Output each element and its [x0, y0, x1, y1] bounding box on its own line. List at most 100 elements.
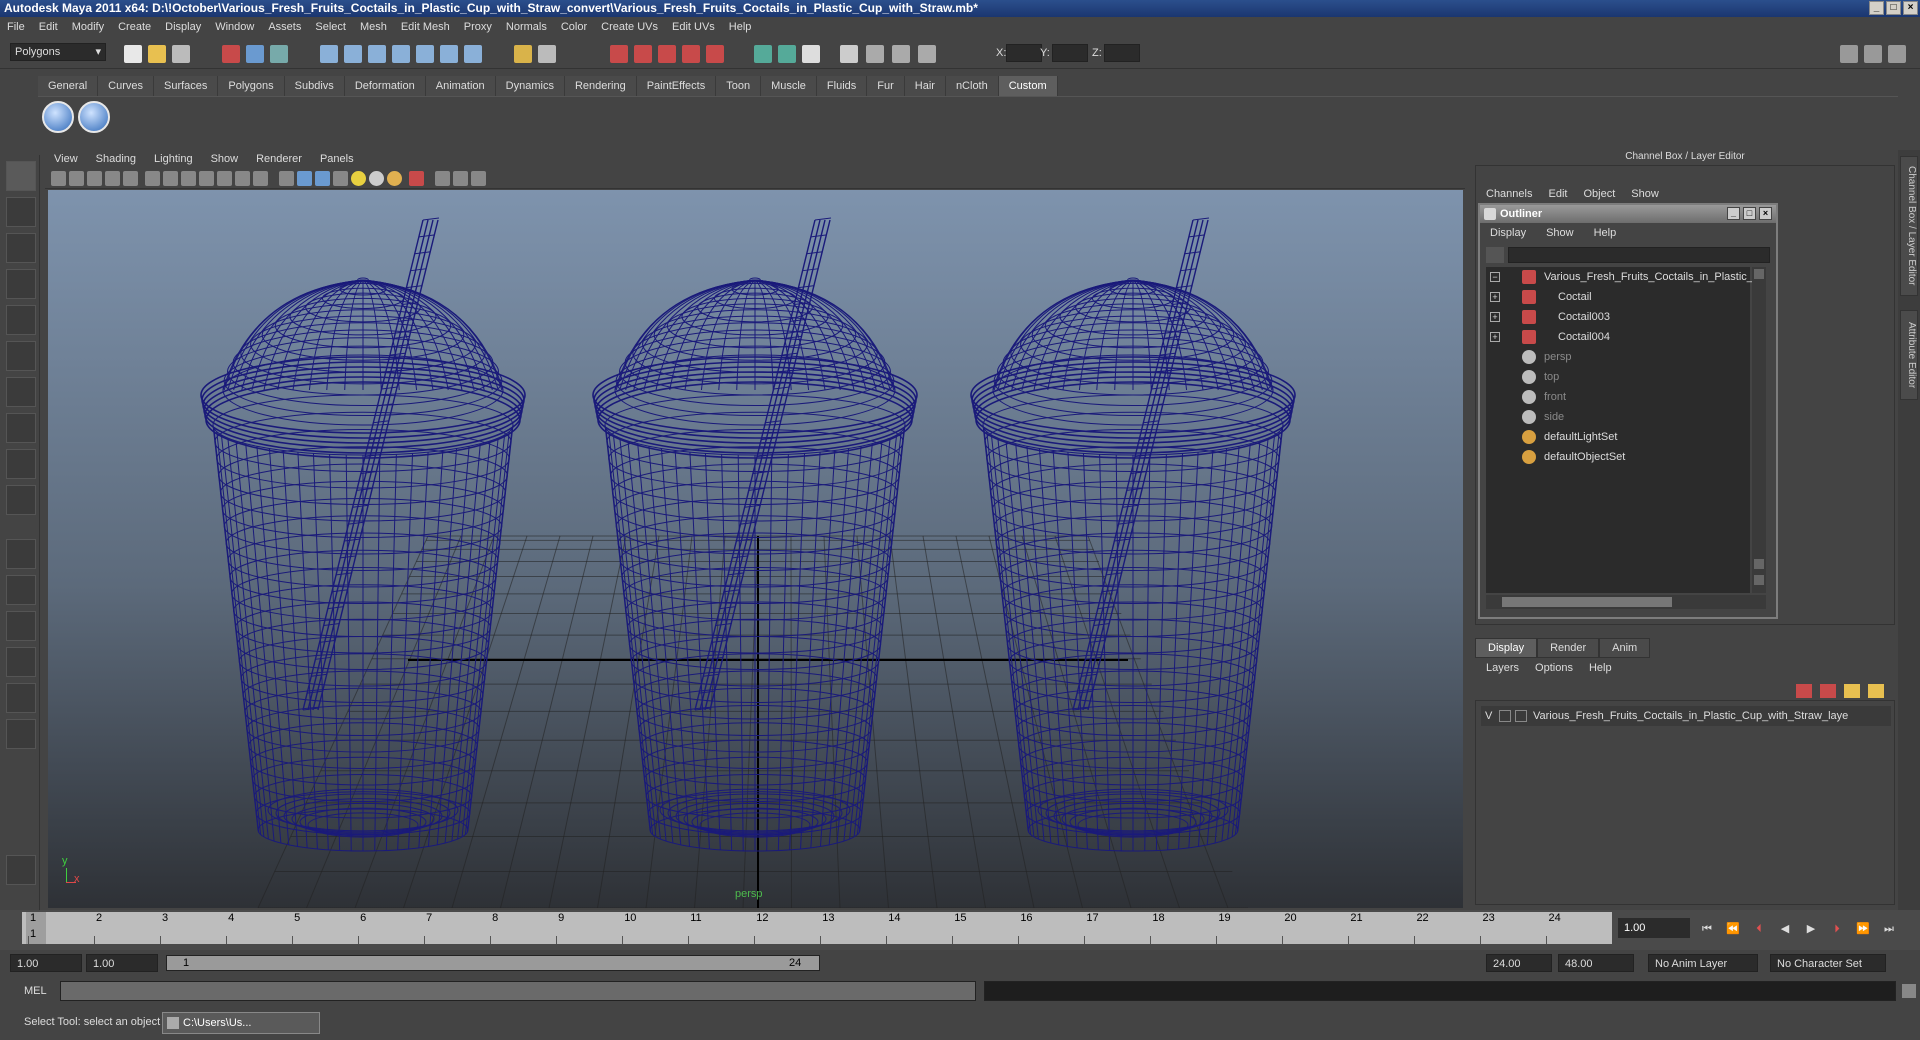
menu-proxy[interactable]: Proxy	[457, 17, 499, 37]
script-editor-icon[interactable]	[6, 855, 36, 885]
layer-template-toggle[interactable]	[1499, 710, 1511, 722]
menu-edit[interactable]: Edit	[32, 17, 65, 37]
viewport-menu-lighting[interactable]: Lighting	[145, 153, 202, 165]
expand-toggle-icon[interactable]: −	[1490, 272, 1500, 282]
menu-display[interactable]: Display	[158, 17, 208, 37]
lasso-tool-icon[interactable]	[6, 197, 36, 227]
step-forward-icon[interactable]: ⏩	[1856, 922, 1870, 936]
scale-tool-icon[interactable]	[6, 341, 36, 371]
perspective-viewport[interactable]: y x	[48, 190, 1463, 908]
viewport-menu-view[interactable]: View	[45, 153, 87, 165]
shelf-check-icon-1[interactable]	[42, 101, 74, 133]
menu-window[interactable]: Window	[208, 17, 261, 37]
outliner-layout-icon[interactable]	[6, 611, 36, 641]
attribute-editor-side-tab[interactable]: Attribute Editor	[1900, 310, 1918, 400]
outliner-search-input[interactable]	[1508, 247, 1770, 263]
open-scene-icon[interactable]	[148, 45, 166, 63]
shelf-tab-polygons[interactable]: Polygons	[218, 76, 285, 96]
resolution-gate-icon[interactable]	[181, 171, 196, 186]
select-hierarchy-icon[interactable]	[222, 45, 240, 63]
z-field[interactable]	[1104, 44, 1140, 62]
sculpt-icon[interactable]	[754, 45, 772, 63]
menu-normals[interactable]: Normals	[499, 17, 554, 37]
shelf-tab-deformation[interactable]: Deformation	[344, 76, 426, 96]
menu-select[interactable]: Select	[308, 17, 353, 37]
channel-menu-channels[interactable]: Channels	[1478, 188, 1540, 200]
field-chart-icon[interactable]	[217, 171, 232, 186]
outliner-close-button[interactable]: ×	[1759, 207, 1772, 220]
new-layer-selected-icon[interactable]	[1820, 684, 1836, 698]
outliner-menu-help[interactable]: Help	[1584, 227, 1627, 239]
layer-tab-render[interactable]: Render	[1537, 638, 1600, 658]
universal-manipulator-icon[interactable]	[6, 377, 36, 407]
playback-end-field[interactable]: 24.00	[1486, 954, 1552, 972]
backface-icon[interactable]	[471, 171, 486, 186]
layer-menu-options[interactable]: Options	[1527, 660, 1581, 676]
outliner-titlebar[interactable]: Outliner _ □ ×	[1480, 205, 1776, 223]
shelf-tab-dynamics[interactable]: Dynamics	[495, 76, 565, 96]
use-all-lights-icon[interactable]	[351, 171, 366, 186]
menu-create[interactable]: Create	[111, 17, 158, 37]
show-manipulator-icon[interactable]	[6, 449, 36, 479]
viewport-menu-shading[interactable]: Shading	[87, 153, 145, 165]
camera-select-icon[interactable]	[51, 171, 66, 186]
input-ops-icon[interactable]	[514, 45, 532, 63]
y-field[interactable]	[1052, 44, 1088, 62]
snap-plane-icon[interactable]	[392, 45, 410, 63]
shelf-tab-rendering[interactable]: Rendering	[564, 76, 637, 96]
outliner-item[interactable]: + Coctail004	[1486, 327, 1750, 347]
move-layer-up-icon[interactable]	[1844, 684, 1860, 698]
outliner-item[interactable]: + Coctail003	[1486, 307, 1750, 327]
shelf-tab-muscle[interactable]: Muscle	[761, 76, 817, 96]
shelf-tab-fur[interactable]: Fur	[867, 76, 905, 96]
textured-icon[interactable]	[333, 171, 348, 186]
viewport-menu-panels[interactable]: Panels	[311, 153, 363, 165]
script-editor-shortcut-icon[interactable]	[1902, 984, 1916, 998]
ipr-render-icon[interactable]	[634, 45, 652, 63]
last-tool-icon[interactable]	[6, 485, 36, 515]
outliner-item[interactable]: defaultObjectSet	[1486, 447, 1750, 467]
go-to-end-icon[interactable]: ⏭	[1882, 922, 1896, 936]
graph-layout-icon[interactable]	[6, 647, 36, 677]
outliner-minimize-button[interactable]: _	[1727, 207, 1740, 220]
wireframe-on-shaded-icon[interactable]	[315, 171, 330, 186]
layer-menu-help[interactable]: Help	[1581, 660, 1620, 676]
shelf-tab-ncloth[interactable]: nCloth	[945, 76, 999, 96]
menu-modify[interactable]: Modify	[65, 17, 111, 37]
step-forward-key-icon[interactable]: ⏵	[1830, 922, 1844, 936]
channel-box-side-tab[interactable]: Channel Box / Layer Editor	[1900, 156, 1918, 296]
film-gate-icon[interactable]	[163, 171, 178, 186]
wireframe-icon[interactable]	[279, 171, 294, 186]
outliner-item[interactable]: persp	[1486, 347, 1750, 367]
outliner-item[interactable]: top	[1486, 367, 1750, 387]
menu-assets[interactable]: Assets	[261, 17, 308, 37]
rotate-tool-icon[interactable]	[6, 305, 36, 335]
isolate-select-icon[interactable]	[409, 171, 424, 186]
outliner-item[interactable]: + Coctail	[1486, 287, 1750, 307]
shelf-tab-general[interactable]: General	[38, 76, 99, 96]
close-button[interactable]: ×	[1903, 1, 1918, 15]
construction-history-icon[interactable]	[464, 45, 482, 63]
shelf-check-icon-2[interactable]	[78, 101, 110, 133]
new-layer-icon[interactable]	[1796, 684, 1812, 698]
shelf-tab-fluids[interactable]: Fluids	[816, 76, 868, 96]
paint-select-tool-icon[interactable]	[6, 233, 36, 263]
expand-toggle-icon[interactable]: +	[1490, 292, 1500, 302]
menu-create-uvs[interactable]: Create UVs	[594, 17, 665, 37]
range-slider[interactable]: 1 24	[166, 955, 820, 971]
channel-menu-edit[interactable]: Edit	[1540, 188, 1575, 200]
start-time-field[interactable]: 1.00	[10, 954, 82, 972]
scroll-up-icon[interactable]	[1754, 269, 1764, 279]
2d-pan-zoom-icon[interactable]	[123, 171, 138, 186]
menu-edit-uvs[interactable]: Edit UVs	[665, 17, 722, 37]
shelf-tab-curves[interactable]: Curves	[98, 76, 154, 96]
maximize-button[interactable]: □	[1886, 1, 1901, 15]
tool-settings-toggle-icon[interactable]	[1864, 45, 1882, 63]
outliner-menu-display[interactable]: Display	[1480, 227, 1536, 239]
layer-tab-display[interactable]: Display	[1475, 638, 1538, 658]
make-live-icon[interactable]	[416, 45, 434, 63]
time-slider-ruler[interactable]: 1 1 2 3 4 5 6 7 8 9 10 11 12 13 14 15 16 17 18 19 20 21 22 23 2…	[22, 912, 1612, 944]
expand-toggle-icon[interactable]: +	[1490, 312, 1500, 322]
hq-lighting-icon[interactable]	[387, 171, 402, 186]
outliner-item[interactable]: defaultLightSet	[1486, 427, 1750, 447]
